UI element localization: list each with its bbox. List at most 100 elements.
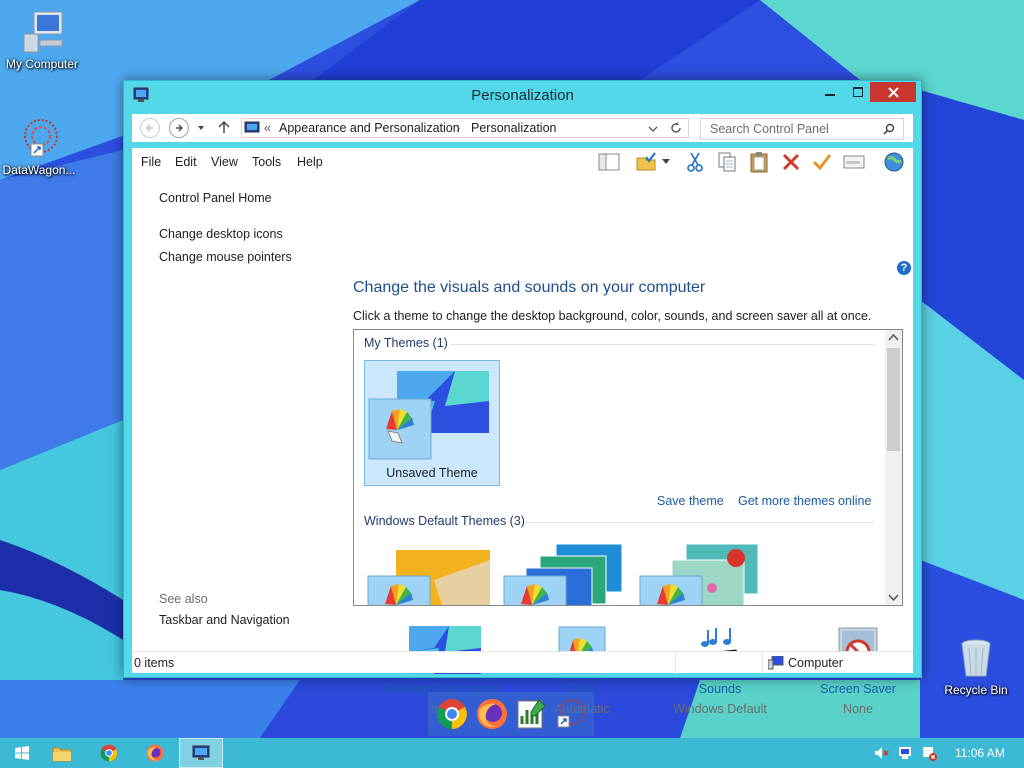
- control-panel-home-link[interactable]: Control Panel Home: [159, 191, 272, 205]
- menu-tools[interactable]: Tools: [252, 155, 281, 169]
- maximize-icon: [853, 87, 863, 97]
- address-bar[interactable]: « Appearance and Personalization › Perso…: [241, 118, 689, 138]
- scroll-thumb[interactable]: [887, 348, 900, 451]
- notepad-chart-icon[interactable]: [515, 698, 547, 730]
- change-desktop-icons-link[interactable]: Change desktop icons: [159, 227, 283, 241]
- chevron-up-icon[interactable]: [885, 330, 902, 346]
- up-button[interactable]: [216, 119, 232, 135]
- change-mouse-pointers-link[interactable]: Change mouse pointers: [159, 250, 292, 264]
- toolbar-check-button[interactable]: [809, 150, 835, 174]
- folder-check-icon: [636, 152, 656, 171]
- content-area: Control Panel Home Change desktop icons …: [132, 176, 913, 716]
- breadcrumb-personalization[interactable]: Personalization: [471, 121, 556, 135]
- toolbar-dropdown[interactable]: [659, 150, 673, 174]
- control-panel-icon: [244, 121, 260, 133]
- network-icon[interactable]: [897, 745, 913, 761]
- group-divider: [450, 344, 874, 345]
- arrow-up-icon: [218, 120, 230, 133]
- toolbar-layout-button[interactable]: [596, 150, 622, 174]
- arrow-left-icon: [145, 124, 153, 132]
- start-button[interactable]: [0, 738, 44, 768]
- close-button[interactable]: [870, 82, 916, 102]
- volume-muted-icon[interactable]: [873, 745, 889, 761]
- firefox-icon: [146, 744, 164, 762]
- breadcrumb-appearance[interactable]: Appearance and Personalization: [279, 121, 460, 135]
- group-divider: [524, 522, 874, 523]
- toolbar-copy-button[interactable]: [714, 150, 740, 174]
- chevron-down-icon: [662, 159, 670, 164]
- sounds-label[interactable]: Sounds: [645, 682, 795, 696]
- menu-file[interactable]: File: [141, 155, 161, 169]
- computer-icon: [768, 656, 784, 670]
- menu-edit[interactable]: Edit: [175, 155, 197, 169]
- help-icon[interactable]: ?: [897, 261, 911, 275]
- see-also-label: See also: [159, 592, 208, 606]
- toolbar-globe-button[interactable]: [881, 150, 907, 174]
- windows-start-icon: [15, 746, 29, 760]
- taskbar-file-explorer[interactable]: [40, 738, 84, 768]
- taskbar: 11:06 AM: [0, 738, 1024, 768]
- search-icon[interactable]: [883, 123, 895, 135]
- theme-thumbnail: [367, 550, 490, 605]
- toolbar-folder-options-button[interactable]: [633, 150, 659, 174]
- taskbar-personalization[interactable]: [179, 738, 223, 768]
- menu-help[interactable]: Help: [297, 155, 323, 169]
- toolbar-cut-button[interactable]: [682, 150, 708, 174]
- recent-locations-dropdown[interactable]: [196, 122, 206, 132]
- menu-view[interactable]: View: [211, 155, 238, 169]
- theme-tile-unsaved[interactable]: Unsaved Theme: [364, 360, 500, 486]
- taskbar-navigation-link[interactable]: Taskbar and Navigation: [159, 613, 290, 627]
- menu-bar: File Edit View Tools Help: [132, 148, 913, 176]
- check-icon: [812, 154, 832, 171]
- window-title: Personalization: [471, 87, 574, 104]
- maximize-button[interactable]: [844, 82, 872, 102]
- desktop-icon-my-computer[interactable]: My Computer: [0, 10, 84, 71]
- datawagon-shortcut-icon[interactable]: [554, 698, 586, 730]
- desktop-icon-label: My Computer: [5, 57, 79, 71]
- chevron-down-icon: [198, 126, 204, 130]
- screen-saver-label[interactable]: Screen Saver: [783, 682, 933, 696]
- page-subtext: Click a theme to change the desktop back…: [353, 309, 872, 323]
- toolbar-delete-button[interactable]: [778, 150, 804, 174]
- address-dropdown[interactable]: [648, 123, 658, 133]
- search-placeholder: Search Control Panel: [710, 122, 829, 136]
- toolbar-properties-button[interactable]: [841, 150, 867, 174]
- status-item-count: 0 items: [134, 656, 175, 670]
- save-theme-link[interactable]: Save theme: [657, 494, 724, 508]
- theme-tile-windows[interactable]: [364, 540, 500, 605]
- search-box[interactable]: Search Control Panel: [700, 118, 904, 140]
- action-center-alert-icon[interactable]: [921, 745, 937, 761]
- chevron-down-icon[interactable]: [885, 589, 902, 605]
- minimize-icon: [825, 94, 835, 96]
- back-button[interactable]: [140, 118, 160, 138]
- title-bar[interactable]: Personalization: [124, 81, 921, 111]
- desktop-icon-recycle-bin[interactable]: Recycle Bin: [934, 636, 1018, 697]
- breadcrumb-separator[interactable]: ›: [456, 121, 460, 135]
- taskbar-chrome[interactable]: [87, 738, 131, 768]
- arrow-right-icon: [176, 124, 184, 132]
- floating-dock: [428, 692, 594, 736]
- sounds-value: Windows Default: [673, 702, 767, 716]
- desktop-icon-datawagon[interactable]: DataWagon...: [0, 116, 81, 177]
- theme-thumbnail: [639, 543, 759, 605]
- chrome-icon: [100, 744, 118, 762]
- forward-button[interactable]: [169, 118, 189, 138]
- taskbar-clock[interactable]: 11:06 AM: [955, 746, 1005, 760]
- firefox-icon[interactable]: [476, 698, 508, 730]
- paste-icon: [750, 152, 768, 173]
- minimize-button[interactable]: [816, 82, 844, 102]
- theme-list[interactable]: My Themes (1) Unsaved Theme Save theme G…: [353, 329, 903, 606]
- theme-thumbnail: [368, 371, 489, 460]
- theme-tile-lines-colors[interactable]: [500, 540, 636, 605]
- taskbar-firefox[interactable]: [133, 738, 177, 768]
- get-more-themes-link[interactable]: Get more themes online: [738, 494, 871, 508]
- theme-tile-flowers[interactable]: [636, 540, 772, 605]
- recycle-bin-icon: [961, 639, 991, 677]
- chrome-icon[interactable]: [436, 698, 468, 730]
- page-heading: Change the visuals and sounds on your co…: [353, 279, 706, 296]
- globe-icon: [884, 152, 904, 172]
- refresh-icon: [671, 122, 681, 133]
- refresh-button[interactable]: [669, 121, 683, 135]
- toolbar-paste-button[interactable]: [746, 150, 772, 174]
- theme-list-scrollbar[interactable]: [885, 330, 902, 605]
